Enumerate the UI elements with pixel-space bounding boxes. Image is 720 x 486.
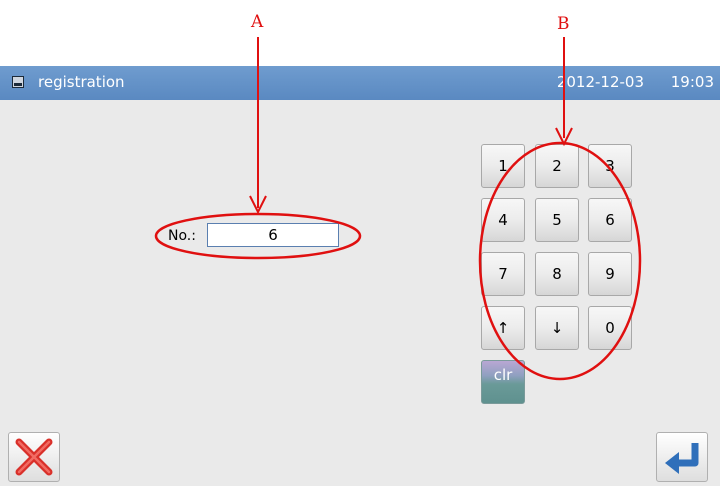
date-display: 2012-12-03	[556, 73, 644, 91]
annotation-label-b: B	[557, 14, 570, 34]
no-input[interactable]: 6	[207, 223, 339, 247]
key-1[interactable]: 1	[481, 144, 525, 188]
main-panel: No.: 6 1 2 3 4 5 6 7 8 9 ↑ ↓ 0 clr	[0, 100, 720, 486]
key-0[interactable]: 0	[588, 306, 632, 350]
no-label: No.:	[168, 228, 196, 244]
key-9[interactable]: 9	[588, 252, 632, 296]
close-x-icon	[15, 438, 53, 476]
enter-button[interactable]	[656, 432, 708, 482]
key-up[interactable]: ↑	[481, 306, 525, 350]
key-4[interactable]: 4	[481, 198, 525, 242]
key-8[interactable]: 8	[535, 252, 579, 296]
cancel-button[interactable]	[8, 432, 60, 482]
time-display: 19:03	[670, 73, 714, 91]
annotation-label-a: A	[251, 12, 264, 32]
key-down[interactable]: ↓	[535, 306, 579, 350]
enter-return-icon	[665, 443, 699, 474]
key-3[interactable]: 3	[588, 144, 632, 188]
key-6[interactable]: 6	[588, 198, 632, 242]
key-2[interactable]: 2	[535, 144, 579, 188]
title-bar: registration 2012-12-03 19:03	[0, 66, 720, 100]
key-7[interactable]: 7	[481, 252, 525, 296]
window-title: registration	[38, 73, 125, 91]
key-5[interactable]: 5	[535, 198, 579, 242]
terminal-icon	[12, 76, 24, 88]
clear-button[interactable]: clr	[481, 360, 525, 404]
